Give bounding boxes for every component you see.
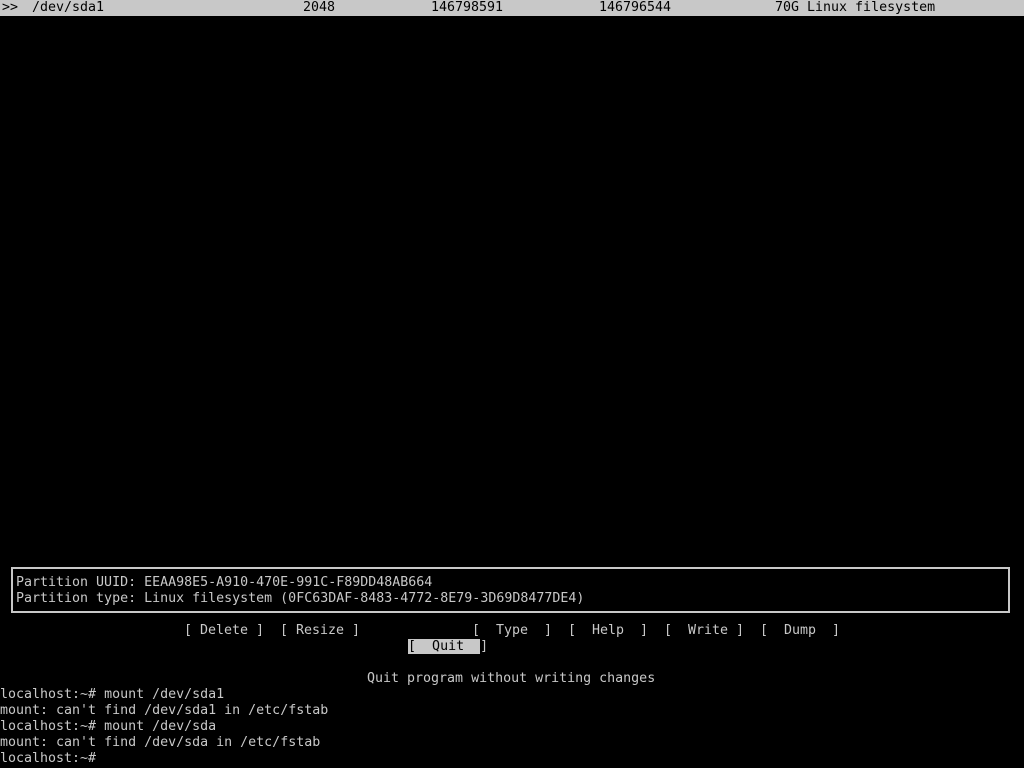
resize-button[interactable]: [ Resize ]	[280, 623, 360, 639]
selection-marker: >>	[2, 0, 19, 15]
partition-info-box: Partition UUID: EEAA98E5-A910-470E-991C-…	[11, 567, 1010, 613]
partition-type: Partition type: Linux filesystem (0FC63D…	[16, 591, 585, 606]
partition-end: 146798591	[431, 0, 504, 15]
help-button[interactable]: [ Help ]	[568, 623, 648, 639]
partition-sectors: 146796544	[599, 0, 672, 15]
quit-label: Quit	[416, 639, 481, 654]
type-button[interactable]: [ Type ]	[472, 623, 552, 639]
terminal-line: localhost:~# mount /dev/sda	[0, 719, 217, 734]
delete-button[interactable]: [ Delete ]	[184, 623, 264, 639]
terminal-line: mount: can't find /dev/sda in /etc/fstab	[0, 735, 321, 750]
quit-close-bracket: ]	[480, 639, 489, 654]
partition-start: 2048	[303, 0, 336, 15]
partition-row-sda1[interactable]: >> /dev/sda1 2048 146798591 146796544 70…	[0, 0, 1024, 16]
terminal-line: mount: can't find /dev/sda1 in /etc/fsta…	[0, 703, 329, 718]
partition-size-type: 70G Linux filesystem	[775, 0, 936, 15]
partition-device: /dev/sda1	[32, 0, 105, 15]
action-menu: [ Delete ] [ Resize ] [ Quit ] [ Type ] …	[0, 623, 1024, 654]
menu-description: Quit program without writing changes	[367, 671, 656, 686]
terminal-line: localhost:~# mount /dev/sda1	[0, 687, 225, 702]
terminal-prompt[interactable]: localhost:~#	[0, 751, 104, 767]
write-button[interactable]: [ Write ]	[664, 623, 744, 639]
partition-uuid: Partition UUID: EEAA98E5-A910-470E-991C-…	[16, 575, 433, 590]
dump-button[interactable]: [ Dump ]	[760, 623, 840, 639]
quit-open-bracket: [	[408, 639, 417, 654]
